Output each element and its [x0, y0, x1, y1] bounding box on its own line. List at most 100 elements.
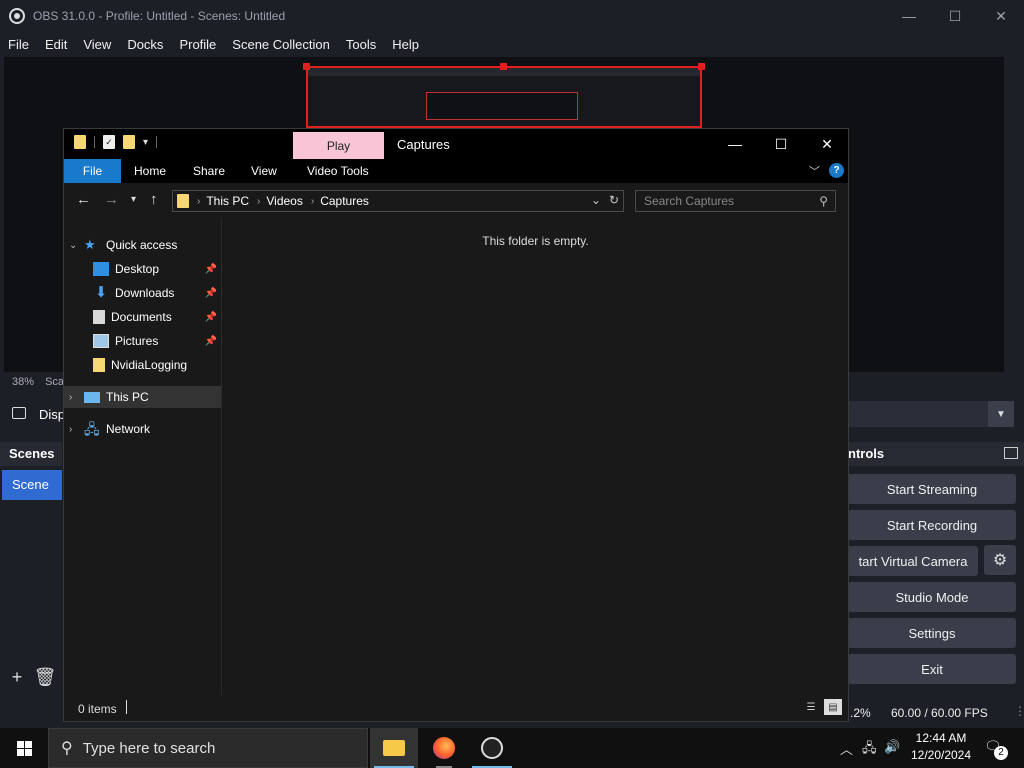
menu-help[interactable]: Help: [384, 37, 427, 52]
maximize-icon[interactable]: ☐: [932, 0, 978, 32]
minimize-icon[interactable]: —: [712, 129, 758, 159]
menu-docks[interactable]: Docks: [119, 37, 171, 52]
taskbar-search[interactable]: ⚲ Type here to search: [48, 728, 368, 768]
zoom-level: 38%: [12, 376, 35, 388]
customize-qat-icon[interactable]: ▾: [143, 137, 148, 148]
trash-icon[interactable]: 🗑: [34, 666, 57, 688]
ribbon-tabs: File Home Share View Video Tools ﹀ ?: [64, 159, 848, 183]
minimize-icon[interactable]: —: [886, 0, 932, 32]
resize-handle[interactable]: [500, 63, 507, 70]
download-arrow-icon: ⬇: [94, 284, 108, 301]
expand-chevron-icon[interactable]: ›: [69, 424, 81, 435]
pin-icon[interactable]: 📌: [205, 264, 217, 275]
tab-video-tools[interactable]: Video Tools: [307, 159, 369, 183]
source-name: Disp: [39, 407, 66, 422]
exit-button[interactable]: Exit: [848, 654, 1016, 684]
chevron-down-icon[interactable]: ▼: [988, 401, 1014, 427]
menu-view[interactable]: View: [75, 37, 119, 52]
nav-downloads[interactable]: ⬇ Downloads 📌: [64, 282, 221, 304]
windows-logo-icon: [16, 740, 32, 756]
search-input[interactable]: Search Captures ⚲: [635, 190, 836, 212]
resize-handle[interactable]: [303, 63, 310, 70]
fps-readout: 60.00 / 60.00 FPS: [891, 706, 988, 720]
expand-ribbon-icon[interactable]: ﹀: [809, 163, 820, 179]
menu-tools[interactable]: Tools: [338, 37, 384, 52]
nav-desktop[interactable]: Desktop 📌: [64, 258, 221, 280]
expand-chevron-icon[interactable]: ›: [69, 392, 81, 403]
search-icon[interactable]: ⚲: [819, 191, 828, 211]
undock-icon[interactable]: [1004, 447, 1018, 459]
breadcrumb-videos[interactable]: Videos: [266, 194, 302, 208]
properties-icon[interactable]: ✓: [103, 135, 115, 149]
menu-profile[interactable]: Profile: [171, 37, 224, 52]
nav-label: Downloads: [115, 286, 175, 300]
network-icon[interactable]: 🖧: [862, 739, 877, 761]
file-list[interactable]: This folder is empty.: [221, 219, 848, 695]
close-icon[interactable]: ✕: [978, 0, 1024, 32]
item-count: 0 items: [78, 702, 117, 716]
preview-source-capture[interactable]: [306, 66, 702, 128]
refresh-icon[interactable]: ↻: [609, 193, 619, 207]
close-icon[interactable]: ✕: [804, 129, 850, 159]
clock-date[interactable]: 12/20/2024: [906, 748, 976, 762]
chevron-down-icon[interactable]: ⌄: [591, 193, 601, 207]
source-dropdown[interactable]: [846, 401, 988, 427]
taskbar-file-explorer[interactable]: [370, 728, 418, 768]
tab-file[interactable]: File: [64, 159, 121, 183]
nav-documents[interactable]: Documents 📌: [64, 306, 221, 328]
taskbar-obs[interactable]: [468, 728, 516, 768]
start-virtual-camera-button[interactable]: tart Virtual Camera: [848, 546, 978, 576]
start-recording-button[interactable]: Start Recording: [848, 510, 1016, 540]
breadcrumb-separator: ›: [310, 195, 315, 207]
details-view-icon[interactable]: ☰: [802, 699, 820, 715]
nav-pictures[interactable]: Pictures 📌: [64, 330, 221, 352]
pin-icon[interactable]: 📌: [205, 336, 217, 347]
menu-edit[interactable]: Edit: [37, 37, 75, 52]
breadcrumb-captures[interactable]: Captures: [320, 194, 369, 208]
resize-handle[interactable]: [698, 63, 705, 70]
back-arrow-icon[interactable]: ←: [76, 191, 91, 208]
up-arrow-icon[interactable]: ↑: [150, 191, 158, 208]
settings-button[interactable]: Settings: [848, 618, 1016, 648]
controls-title: ntrols: [848, 442, 1024, 466]
new-folder-icon[interactable]: [123, 135, 135, 149]
computer-icon: [84, 391, 100, 403]
chevron-up-icon[interactable]: ︿: [840, 739, 853, 758]
menu-file[interactable]: File: [0, 37, 37, 52]
play-context-tab[interactable]: Play: [293, 132, 384, 160]
studio-mode-button[interactable]: Studio Mode: [848, 582, 1016, 612]
nav-network[interactable]: › 🖧 Network: [64, 418, 221, 440]
clock-time[interactable]: 12:44 AM: [906, 731, 976, 745]
help-icon[interactable]: ?: [829, 163, 844, 178]
file-explorer-icon: [383, 740, 405, 756]
nav-label: NvidiaLogging: [111, 358, 188, 372]
large-icons-view-icon[interactable]: ▤: [824, 699, 842, 715]
nav-this-pc[interactable]: › This PC: [64, 386, 221, 408]
start-streaming-button[interactable]: Start Streaming: [848, 474, 1016, 504]
taskbar: ⚲ Type here to search ︿ 🖧 🔊 12:44 AM 12/…: [0, 728, 1024, 768]
maximize-icon[interactable]: ☐: [758, 129, 804, 159]
taskbar-firefox[interactable]: [420, 728, 468, 768]
tab-home[interactable]: Home: [134, 159, 166, 183]
explorer-titlebar: ✓ ▾ Play Captures — ☐ ✕: [64, 129, 850, 160]
menu-scene-collection[interactable]: Scene Collection: [224, 37, 338, 52]
nav-quick-access[interactable]: ⌄ ★ Quick access: [64, 234, 221, 256]
resize-grip-icon[interactable]: ⋮: [1014, 704, 1024, 718]
tab-share[interactable]: Share: [193, 159, 225, 183]
add-icon[interactable]: +: [6, 666, 28, 688]
volume-icon[interactable]: 🔊: [884, 739, 900, 755]
firefox-icon: [433, 737, 455, 759]
gear-icon[interactable]: ⚙: [984, 545, 1016, 575]
nav-nvidialogging[interactable]: NvidiaLogging: [64, 354, 221, 376]
pictures-icon: [93, 334, 109, 348]
pin-icon[interactable]: 📌: [205, 288, 217, 299]
collapse-chevron-icon[interactable]: ⌄: [69, 240, 81, 251]
start-button[interactable]: [0, 728, 48, 768]
recent-locations-icon[interactable]: ▾: [131, 194, 136, 205]
pin-icon[interactable]: 📌: [205, 312, 217, 323]
tab-view[interactable]: View: [251, 159, 277, 183]
forward-arrow-icon[interactable]: →: [104, 191, 119, 208]
address-bar[interactable]: › This PC › Videos › Captures ⌄ ↻: [172, 190, 624, 212]
scene-item[interactable]: Scene: [2, 470, 62, 500]
breadcrumb-this-pc[interactable]: This PC: [206, 194, 249, 208]
